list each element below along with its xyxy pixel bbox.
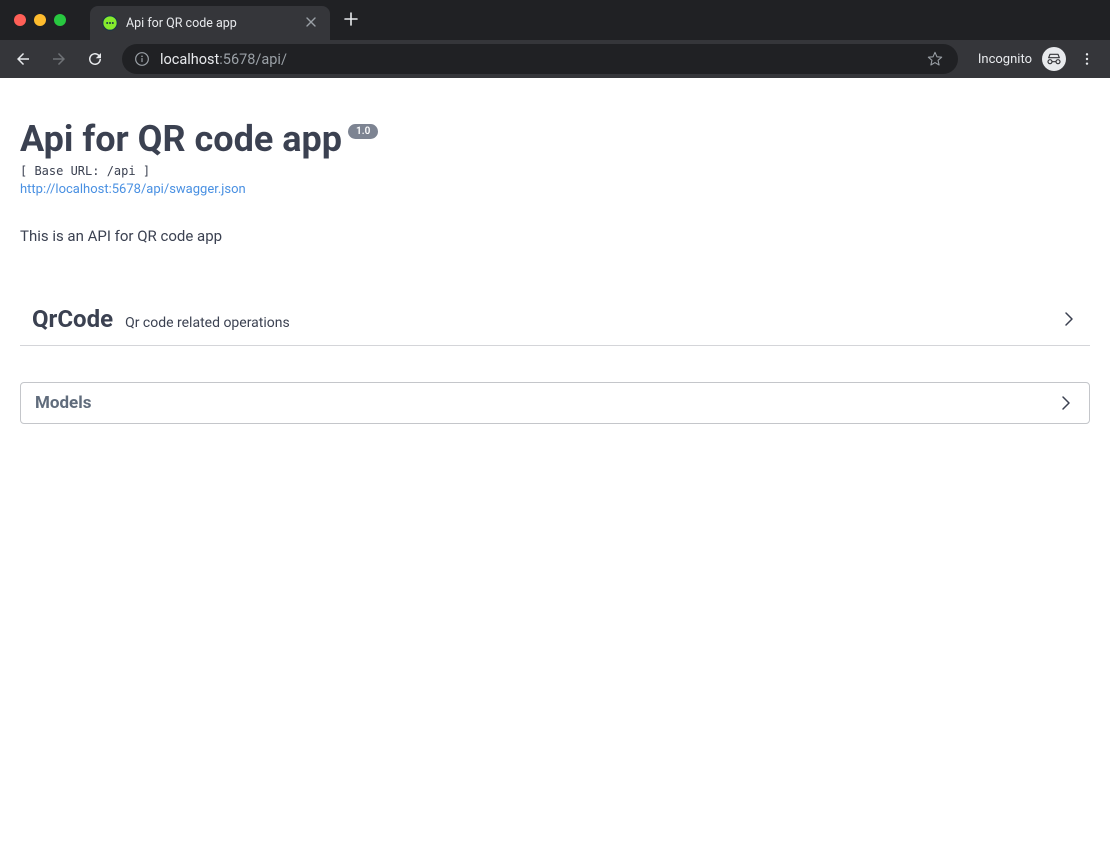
reload-button[interactable] (80, 44, 110, 74)
base-url-label: [ Base URL: /api ] (20, 164, 1090, 178)
new-tab-button[interactable] (330, 10, 372, 31)
swagger-icon (102, 15, 118, 31)
api-header: Api for QR code app 1.0 (20, 118, 1090, 160)
window-close-button[interactable] (14, 14, 26, 26)
chevron-right-icon (1060, 310, 1078, 328)
browser-tab[interactable]: Api for QR code app (90, 6, 330, 40)
browser-toolbar: localhost:5678/api/ Incognito (0, 40, 1110, 78)
tag-section-qrcode[interactable]: QrCode Qr code related operations (20, 297, 1090, 346)
models-title: Models (35, 393, 91, 413)
window-controls (0, 14, 80, 26)
back-button[interactable] (8, 44, 38, 74)
address-port: :5678 (219, 51, 255, 68)
forward-button[interactable] (44, 44, 74, 74)
swagger-ui: Api for QR code app 1.0 [ Base URL: /api… (0, 78, 1110, 444)
tag-description: Qr code related operations (125, 315, 290, 331)
incognito-label: Incognito (978, 52, 1032, 67)
tag-header: QrCode Qr code related operations (32, 305, 290, 333)
site-info-icon[interactable] (134, 51, 150, 67)
window-minimize-button[interactable] (34, 14, 46, 26)
address-bar[interactable]: localhost:5678/api/ (122, 44, 958, 74)
chevron-right-icon (1057, 394, 1075, 412)
address-host: localhost (160, 51, 219, 68)
tag-name: QrCode (32, 305, 113, 333)
page-viewport: Api for QR code app 1.0 [ Base URL: /api… (0, 78, 1110, 852)
tab-close-button[interactable] (302, 13, 320, 33)
api-title: Api for QR code app (20, 118, 342, 160)
browser-chrome: Api for QR code app localhost:5678/api/ (0, 0, 1110, 78)
address-path: /api/ (255, 51, 287, 68)
tab-strip: Api for QR code app (0, 0, 1110, 40)
tab-title: Api for QR code app (126, 16, 294, 31)
swagger-spec-link[interactable]: http://localhost:5678/api/swagger.json (20, 182, 246, 197)
incognito-icon[interactable] (1042, 47, 1066, 71)
kebab-menu-button[interactable] (1072, 44, 1102, 74)
api-version-badge: 1.0 (348, 124, 378, 139)
window-fullscreen-button[interactable] (54, 14, 66, 26)
api-description: This is an API for QR code app (20, 227, 1090, 245)
models-section[interactable]: Models (20, 382, 1090, 424)
bookmark-star-icon[interactable] (924, 48, 946, 70)
address-text: localhost:5678/api/ (160, 51, 914, 68)
